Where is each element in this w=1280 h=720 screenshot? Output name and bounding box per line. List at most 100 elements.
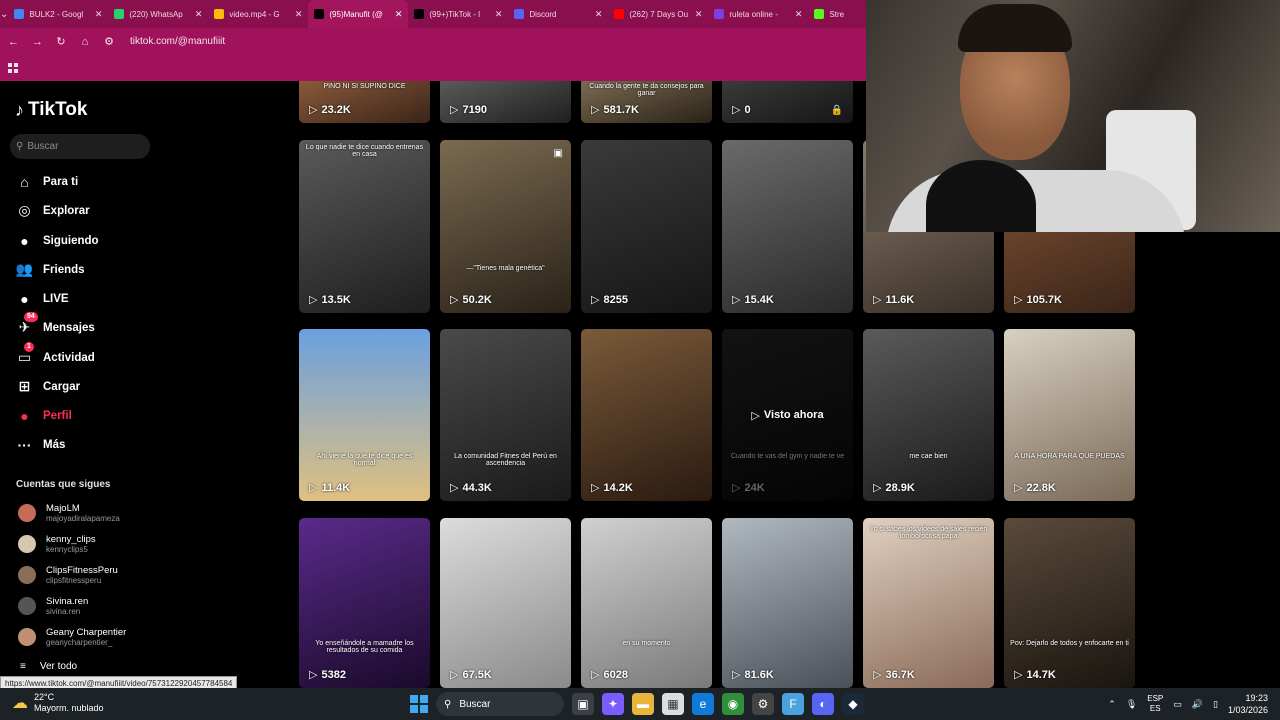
view-count: ▷ 67.5K xyxy=(450,668,492,682)
video-thumbnail[interactable]: —"Tienes mala genética" ▣ ▷ 50.2K xyxy=(440,140,571,313)
clock-date: 1/03/2026 xyxy=(1227,705,1268,715)
mic-icon[interactable]: 🎙 xyxy=(1126,699,1137,710)
browser-tab[interactable]: (262) 7 Days Ou ✕ xyxy=(608,0,708,28)
network-icon[interactable]: ▭ xyxy=(1173,699,1182,710)
video-thumbnail[interactable]: ▷ 81.6K xyxy=(722,518,853,688)
volume-icon[interactable]: 🔊 xyxy=(1192,699,1203,710)
sidebar-item-para-ti[interactable]: ⌂ Para ti xyxy=(16,173,78,190)
close-tab-icon[interactable]: ✕ xyxy=(195,9,203,20)
avatar xyxy=(18,597,36,615)
view-count: ▷ 15.4K xyxy=(732,293,774,307)
video-thumbnail[interactable]: Pov: Dejarlo de todos y enfocarte en ti ▷… xyxy=(1004,518,1135,688)
video-thumbnail[interactable]: en su momento ▷ 6028 xyxy=(581,518,712,688)
close-tab-icon[interactable]: ✕ xyxy=(495,9,503,20)
live-icon: ● xyxy=(20,290,29,307)
site-info-icon[interactable]: ⚙ xyxy=(104,35,114,48)
browser-tab[interactable]: ruleta online - ✕ xyxy=(708,0,808,28)
tiktok-logo[interactable]: ♪ TikTok xyxy=(15,99,87,121)
video-thumbnail[interactable]: ▷ 7190 xyxy=(440,81,571,123)
followed-account[interactable]: MajoLM majoyadiralapameza xyxy=(18,503,120,523)
sidebar-item-friends[interactable]: 👥 Friends xyxy=(16,261,85,278)
start-button[interactable] xyxy=(410,695,428,713)
sidebar-item-siguiendo[interactable]: ● Siguiendo xyxy=(16,232,98,249)
home-button-icon[interactable]: ⌂ xyxy=(80,36,90,48)
steam-icon[interactable]: ◆ xyxy=(842,693,864,715)
see-all-link[interactable]: ≡ Ver todo xyxy=(20,661,77,672)
view-count: ▷ 28.9K xyxy=(873,481,915,495)
video-thumbnail[interactable]: 🔒 ▷ 0 xyxy=(722,81,853,123)
address-bar: ← → ↻ ⌂ ⚙ tiktok.com/@manufiiit xyxy=(0,28,866,55)
browser-tab[interactable]: (220) WhatsAp ✕ xyxy=(108,0,208,28)
forward-icon[interactable]: → xyxy=(32,36,43,48)
discord-icon[interactable]: ◐ xyxy=(812,693,834,715)
video-thumbnail[interactable]: Yo enseñándole a mamadre los resultados … xyxy=(299,518,430,688)
followed-account[interactable]: ClipsFitnessPeru clipsfitnessperu xyxy=(18,565,118,585)
close-tab-icon[interactable]: ✕ xyxy=(295,9,303,20)
sidebar-item-más[interactable]: ··· Más xyxy=(16,436,66,453)
view-count: ▷ 8255 xyxy=(591,293,628,307)
video-thumbnail[interactable]: Yo si sabes los videos de sales recién t… xyxy=(863,518,994,688)
close-tab-icon[interactable]: ✕ xyxy=(395,9,403,20)
video-thumbnail[interactable]: Lo que nadie te dice cuando entrenas en … xyxy=(299,140,430,313)
tab-list-icon[interactable]: ⌄ xyxy=(0,9,8,20)
video-thumbnail[interactable]: ▷ 14.2K xyxy=(581,329,712,501)
edge-icon[interactable]: e xyxy=(692,693,714,715)
browser-tab[interactable]: BULK2 - Googl ✕ xyxy=(8,0,108,28)
video-thumbnail[interactable]: Cuando la gente te da consejos para gana… xyxy=(581,81,712,123)
weather-widget[interactable]: ☁ 22°C Mayorm. nublado xyxy=(12,692,104,714)
language-indicator[interactable]: ESP ES xyxy=(1147,694,1163,714)
feather-app-icon[interactable]: F xyxy=(782,693,804,715)
apps-grid-icon[interactable] xyxy=(8,63,18,73)
settings-gear-icon[interactable]: ⚙ xyxy=(752,693,774,715)
reload-icon[interactable]: ↻ xyxy=(56,35,66,48)
close-tab-icon[interactable]: ✕ xyxy=(795,9,803,20)
avatar xyxy=(18,535,36,553)
browser-tab[interactable]: (95)Manufit (@ ✕ xyxy=(308,0,409,28)
task-view-icon[interactable]: ▣ xyxy=(572,693,594,715)
play-count-icon: ▷ xyxy=(873,482,882,494)
followed-account[interactable]: Sivina.ren sivina.ren xyxy=(18,596,88,616)
followed-account[interactable]: Geany Charpentier geanycharpentier_ xyxy=(18,627,126,647)
video-thumbnail[interactable]: ▷ 15.4K xyxy=(722,140,853,313)
view-count-value: 28.9K xyxy=(885,481,915,494)
video-thumbnail[interactable]: ▷ 8255 xyxy=(581,140,712,313)
followed-account[interactable]: kenny_clips kennyclips5 xyxy=(18,534,96,554)
video-thumbnail[interactable]: La comunidad Fitnes del Perú en ascenden… xyxy=(440,329,571,501)
taskbar-search-label: Buscar xyxy=(459,698,491,710)
battery-icon[interactable]: ▯ xyxy=(1213,699,1218,710)
sidebar-item-cargar[interactable]: ⊞ Cargar xyxy=(16,378,80,395)
store-icon[interactable]: ▦ xyxy=(662,693,684,715)
search-input[interactable]: ⚲ Buscar xyxy=(10,134,150,159)
browser-tab[interactable]: Discord ✕ xyxy=(508,0,608,28)
sidebar-item-actividad[interactable]: 1 ▭ Actividad xyxy=(16,342,95,366)
tab-title: BULK2 - Googl xyxy=(29,9,84,19)
url-field[interactable]: tiktok.com/@manufiiit xyxy=(130,36,225,47)
copilot-icon[interactable]: ✦ xyxy=(602,693,624,715)
windows-taskbar: ☁ 22°C Mayorm. nublado ⚲ Buscar ▣ ✦ ▬ ▦ … xyxy=(0,688,1280,720)
chrome-icon[interactable]: ◉ xyxy=(722,693,744,715)
chevron-up-icon[interactable]: ⌃ xyxy=(1108,699,1116,710)
view-count: ▷ 50.2K xyxy=(450,293,492,307)
video-thumbnail[interactable]: Cuando te vas del gym y nadie te ve▷Vist… xyxy=(722,329,853,501)
close-tab-icon[interactable]: ✕ xyxy=(695,9,703,20)
video-thumbnail[interactable]: PINO NI SI SUPINO DICE ▷ 23.2K xyxy=(299,81,430,123)
browser-tab[interactable]: (99+)TikTok - l ✕ xyxy=(408,0,508,28)
sidebar-item-perfil[interactable]: ● Perfil xyxy=(16,407,72,424)
video-thumbnail[interactable]: A UNA HORA PARA QUE PUEDAS ▷ 22.8K xyxy=(1004,329,1135,501)
clock[interactable]: 19:23 1/03/2026 xyxy=(1228,692,1268,716)
sidebar-item-mensajes[interactable]: 94 ✈ Mensajes xyxy=(16,312,95,336)
file-explorer-icon[interactable]: ▬ xyxy=(632,693,654,715)
sidebar-item-live[interactable]: ● LIVE xyxy=(16,290,68,307)
close-tab-icon[interactable]: ✕ xyxy=(95,9,103,20)
tab-favicon-icon xyxy=(614,9,625,19)
video-thumbnail[interactable]: Ahí viene la que te dice que es normal ▷ 1… xyxy=(299,329,430,501)
sidebar-item-label: Para ti xyxy=(43,175,79,188)
close-tab-icon[interactable]: ✕ xyxy=(595,9,603,20)
taskbar-search[interactable]: ⚲ Buscar xyxy=(436,692,564,716)
tab-favicon-icon xyxy=(214,9,225,19)
browser-tab[interactable]: video.mp4 - G ✕ xyxy=(208,0,308,28)
video-thumbnail[interactable]: ▷ 67.5K xyxy=(440,518,571,688)
sidebar-item-explorar[interactable]: ◎ Explorar xyxy=(16,202,89,219)
back-icon[interactable]: ← xyxy=(8,36,19,48)
video-thumbnail[interactable]: me cae bien ▷ 28.9K xyxy=(863,329,994,501)
